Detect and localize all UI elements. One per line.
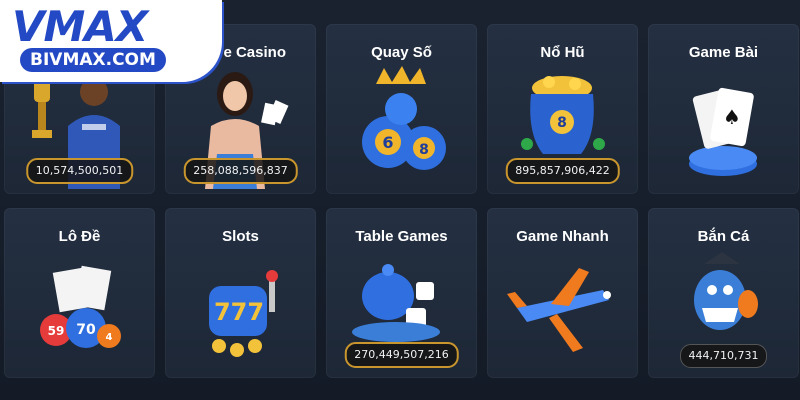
svg-text:8: 8 — [557, 115, 567, 131]
jackpot-counter: 258,088,596,837 — [183, 158, 298, 184]
game-card-title: Slots — [222, 228, 259, 245]
game-card-no-hu[interactable]: Nổ Hũ 8 895,857,906,422 — [487, 24, 638, 194]
game-card-quay-so[interactable]: Quay Số 6 8 — [326, 24, 477, 194]
svg-text:4: 4 — [106, 332, 113, 343]
brand-logo[interactable]: VMAX BIVMAX.COM — [0, 0, 222, 82]
svg-text:6: 6 — [382, 133, 393, 152]
lottery-balls-icon: 6 8 — [362, 66, 446, 170]
jackpot-counter: 895,857,906,422 — [505, 158, 620, 184]
jackpot-counter: 444,710,731 — [679, 344, 768, 368]
game-card-game-nhanh[interactable]: Game Nhanh — [487, 208, 638, 378]
svg-text:777: 777 — [214, 298, 264, 326]
playing-cards-icon: ♠ — [689, 87, 757, 176]
bingo-balls-icon: 59 70 4 — [40, 265, 121, 348]
game-card-title: Lô Đề — [58, 228, 101, 245]
svg-text:♠: ♠ — [723, 105, 741, 129]
game-card-ban-ca[interactable]: Bắn Cá 444,710,731 — [648, 208, 799, 378]
game-card-slots[interactable]: Slots 777 — [165, 208, 316, 378]
game-card-lo-de[interactable]: Lô Đề 59 70 4 — [4, 208, 155, 378]
slot-machine-icon: 777 — [209, 270, 278, 357]
game-card-title: Game Nhanh — [516, 228, 609, 245]
jackpot-counter: 270,449,507,216 — [344, 342, 459, 368]
game-card-title: Game Bài — [688, 44, 759, 61]
svg-text:70: 70 — [76, 322, 96, 338]
game-card-title: Quay Số — [371, 44, 432, 61]
jackpot-counter: 10,574,500,501 — [25, 158, 134, 184]
svg-text:8: 8 — [419, 142, 429, 158]
game-card-table-games[interactable]: Table Games 270,449,507,216 — [326, 208, 477, 378]
airplane-icon — [507, 268, 611, 352]
game-card-title: Bắn Cá — [697, 228, 750, 245]
game-card-title: Nổ Hũ — [540, 44, 585, 61]
game-card-game-bai[interactable]: Game Bài ♠ — [648, 24, 799, 194]
svg-text:59: 59 — [48, 324, 65, 338]
brand-domain: BIVMAX.COM — [20, 48, 166, 72]
game-card-title: Table Games — [355, 228, 448, 245]
brand-name: VMAX — [12, 2, 148, 51]
